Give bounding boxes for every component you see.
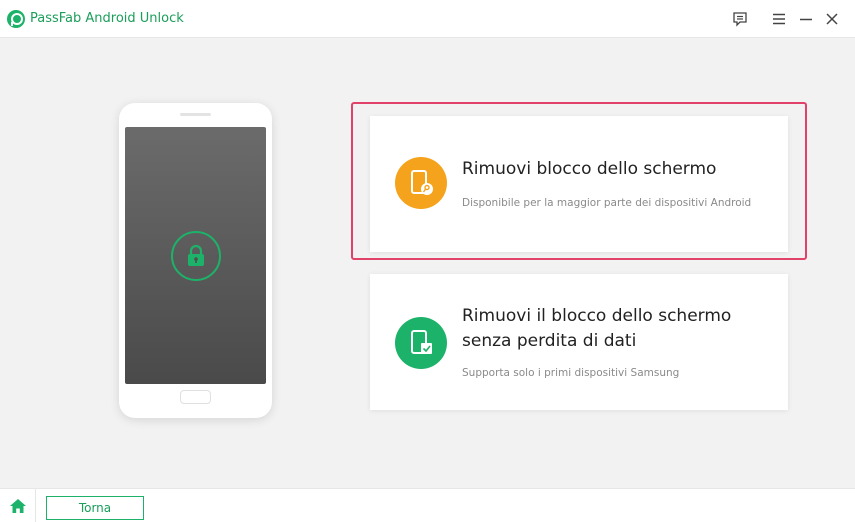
option-title: Rimuovi il blocco dello schermo senza pe…: [462, 306, 732, 351]
phone-speaker: [180, 113, 211, 116]
feedback-icon[interactable]: [730, 9, 750, 29]
phone-key-icon: [395, 157, 447, 209]
close-icon[interactable]: [822, 9, 842, 29]
passfab-logo-icon: [7, 10, 25, 28]
phone-screen: [125, 127, 266, 384]
minimize-icon[interactable]: [796, 9, 816, 29]
option-description: Supporta solo i primi dispositivi Samsun…: [462, 367, 680, 379]
bottom-bar: Torna: [0, 488, 855, 522]
app-title: PassFab Android Unlock: [30, 11, 184, 26]
option-title: Rimuovi blocco dello schermo: [462, 159, 717, 179]
padlock-icon: [171, 231, 221, 281]
phone-check-icon: [395, 317, 447, 369]
home-icon[interactable]: [0, 489, 36, 522]
title-bar: PassFab Android Unlock: [0, 0, 855, 38]
back-button[interactable]: Torna: [46, 496, 144, 520]
option-description: Disponibile per la maggior parte dei dis…: [462, 197, 752, 209]
option-remove-lock-no-data-loss[interactable]: Rimuovi il blocco dello schermo senza pe…: [370, 274, 788, 410]
phone-home-button: [180, 390, 211, 404]
menu-icon[interactable]: [769, 9, 789, 29]
option-remove-screen-lock[interactable]: Rimuovi blocco dello schermo Disponibile…: [370, 116, 788, 252]
phone-illustration: [119, 103, 272, 418]
